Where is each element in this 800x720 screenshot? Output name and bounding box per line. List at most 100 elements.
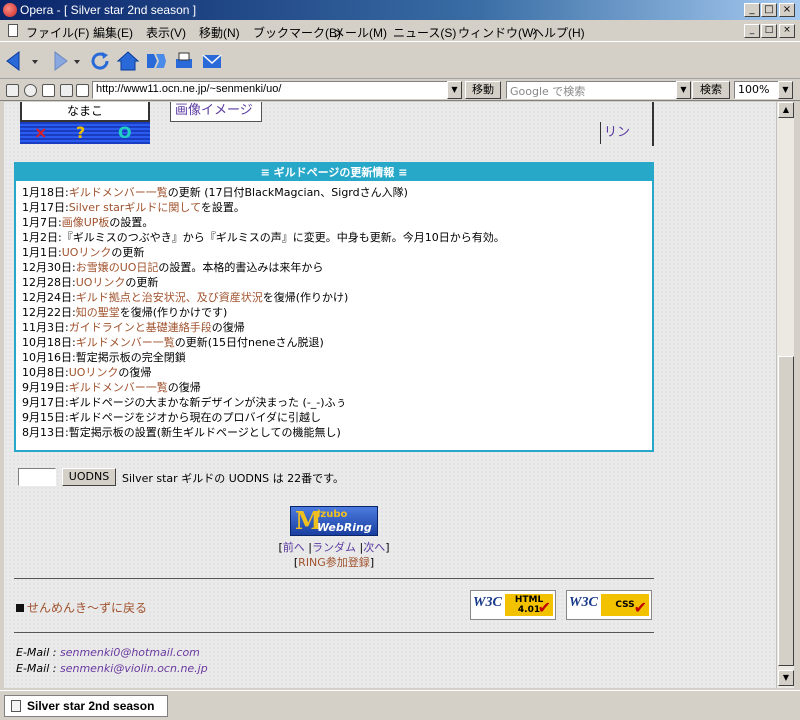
w3c-logo: W3C: [473, 595, 502, 610]
menu-bookmarks[interactable]: ブックマーク(B): [253, 24, 341, 41]
menu-navigate[interactable]: 移動(N): [199, 24, 240, 41]
page-tab-title: Silver star 2nd season: [27, 699, 155, 713]
update-item: 10月8日:UOリンクの復帰: [22, 365, 652, 380]
update-item: 9月15日:ギルドページをジオから現在のプロバイダに引越し: [22, 410, 652, 425]
menu-file[interactable]: ファイル(F): [26, 24, 89, 41]
update-link[interactable]: UOリンク: [69, 366, 119, 379]
menu-mail[interactable]: メール(M): [333, 24, 387, 41]
site-icon[interactable]: [76, 84, 89, 97]
url-input[interactable]: http://www11.ocn.ne.jp/~senmenki/uo/: [92, 81, 462, 99]
update-text: を復帰(作りかけです): [119, 306, 228, 319]
update-text: ギルドページの大まかな新デザインが決まった (-_-)ふぅ: [68, 396, 347, 409]
update-link[interactable]: ギルド拠点と治安状況、及び資産状況: [76, 291, 263, 304]
update-date: 1月18日:: [22, 186, 69, 199]
email-label: E-Mail :: [16, 662, 57, 675]
back-history-icon[interactable]: [30, 49, 40, 73]
print-preview-icon[interactable]: [60, 84, 73, 97]
update-link[interactable]: ギルドメンバー一覧: [76, 336, 175, 349]
webring-join-link[interactable]: RING参加登録: [298, 556, 370, 569]
update-text: の復帰: [211, 321, 245, 334]
top-frame-border: [644, 102, 654, 146]
webring-nav: [前へ |ランダム |次へ]: [4, 539, 664, 555]
menu-help[interactable]: ヘルプ(H): [532, 24, 585, 41]
update-item: 1月2日:『ギルミスのつぶやき』から『ギルミスの声』に変更。中身も更新。今月10…: [22, 230, 652, 245]
mdi-close-button[interactable]: ×: [779, 24, 795, 38]
bullet-square-icon: [16, 604, 24, 612]
scroll-down-button[interactable]: ▼: [778, 670, 794, 686]
menu-edit[interactable]: 編集(E): [93, 24, 133, 41]
email-row-2: E-Mail : senmenki@violin.ocn.ne.jp: [16, 662, 208, 675]
update-text: の更新 (17日付BlackMagcian、Sigrdさん入隊): [167, 186, 408, 199]
update-date: 1月17日:: [22, 201, 69, 214]
go-button[interactable]: 移動: [465, 81, 501, 99]
webring-prev-link[interactable]: 前へ: [283, 541, 305, 554]
cookie-icon[interactable]: [24, 84, 37, 97]
mdi-minimize-button[interactable]: _: [744, 24, 760, 38]
update-date: 12月28日:: [22, 276, 76, 289]
update-link[interactable]: UOリンク: [62, 246, 112, 259]
scroll-up-button[interactable]: ▲: [778, 102, 794, 118]
maximize-button[interactable]: □: [761, 3, 777, 17]
home-icon[interactable]: [116, 49, 140, 73]
update-link[interactable]: 画像UP板: [62, 216, 110, 229]
zoom-select[interactable]: 100%: [734, 81, 782, 99]
uodns-button[interactable]: UODNS: [62, 468, 116, 486]
webring-random-link[interactable]: ランダム: [312, 541, 356, 554]
forward-history-icon[interactable]: [72, 49, 82, 73]
page-viewport: なまこ × ? O 画像イメージ リン ≡ ギルドページの更新情報 ≡ 1月18…: [4, 102, 776, 688]
update-link[interactable]: 知の聖堂: [76, 306, 120, 319]
back-icon[interactable]: [4, 49, 28, 73]
update-link[interactable]: UOリンク: [76, 276, 126, 289]
update-date: 12月24日:: [22, 291, 76, 304]
divider-bottom: [14, 632, 654, 633]
mdi-restore-button[interactable]: □: [761, 24, 777, 38]
link-label[interactable]: リン: [600, 122, 630, 144]
window-titlebar: Opera - [ Silver star 2nd season ] _ □ ×: [0, 0, 800, 20]
menu-view[interactable]: 表示(V): [146, 24, 186, 41]
menu-window[interactable]: ウィンドウ(W): [458, 24, 537, 41]
minimize-button[interactable]: _: [744, 3, 760, 17]
updates-list: 1月18日:ギルドメンバー一覧の更新 (17日付BlackMagcian、Sig…: [16, 181, 652, 440]
w3c-css-badge[interactable]: W3C CSS ✔: [566, 590, 652, 620]
address-bar: http://www11.ocn.ne.jp/~senmenki/uo/ ▼ 移…: [0, 79, 800, 101]
update-text: の設置。本格的書込みは来年から: [158, 261, 324, 274]
mail-icon[interactable]: [200, 49, 224, 73]
update-item: 1月7日:画像UP板の設置。: [22, 215, 652, 230]
webring-logo[interactable]: M izubo WebRing: [290, 506, 378, 536]
search-dropdown-arrow[interactable]: ▼: [676, 81, 691, 99]
update-date: 9月19日:: [22, 381, 69, 394]
page-icon[interactable]: [42, 84, 55, 97]
forward-icon[interactable]: [46, 49, 70, 73]
print-icon[interactable]: [172, 49, 196, 73]
update-link[interactable]: ガイドラインと基礎連絡手段: [69, 321, 212, 334]
vertical-scrollbar[interactable]: ▲ ▼: [776, 102, 794, 688]
image-link[interactable]: 画像イメージ: [170, 102, 262, 122]
w3c-logo: W3C: [569, 595, 598, 610]
w3c-html-badge[interactable]: W3C HTML 4.01 ✔: [470, 590, 556, 620]
email-row-1: E-Mail : senmenki0@hotmail.com: [16, 646, 200, 659]
update-text: の復帰: [118, 366, 152, 379]
search-button[interactable]: 検索: [692, 81, 730, 99]
back-link[interactable]: せんめんき～ずに戻る: [27, 601, 147, 615]
update-link[interactable]: Silver starギルドに関して: [69, 201, 201, 214]
close-button[interactable]: ×: [779, 3, 795, 17]
page-tab[interactable]: Silver star 2nd season: [4, 695, 168, 717]
update-link[interactable]: ギルドメンバー一覧: [69, 186, 168, 199]
search-input[interactable]: Google で検索: [506, 81, 686, 99]
menu-news[interactable]: ニュース(S): [393, 24, 456, 41]
scroll-thumb[interactable]: [778, 356, 794, 666]
update-link[interactable]: お雪嬢のUO日記: [76, 261, 159, 274]
update-date: 10月18日:: [22, 336, 76, 349]
webring-next-link[interactable]: 次へ: [363, 541, 385, 554]
update-date: 1月2日:: [22, 231, 62, 244]
uodns-input[interactable]: [18, 468, 56, 486]
zoom-dropdown-arrow[interactable]: ▼: [778, 81, 793, 99]
security-icon[interactable]: [6, 84, 19, 97]
url-dropdown-arrow[interactable]: ▼: [447, 81, 462, 99]
update-item: 1月1日:UOリンクの更新: [22, 245, 652, 260]
update-link[interactable]: ギルドメンバー一覧: [69, 381, 168, 394]
email-link-2[interactable]: senmenki@violin.ocn.ne.jp: [60, 662, 208, 675]
reload-icon[interactable]: [88, 49, 112, 73]
email-link-1[interactable]: senmenki0@hotmail.com: [60, 646, 200, 659]
hotlist-icon[interactable]: [144, 49, 168, 73]
